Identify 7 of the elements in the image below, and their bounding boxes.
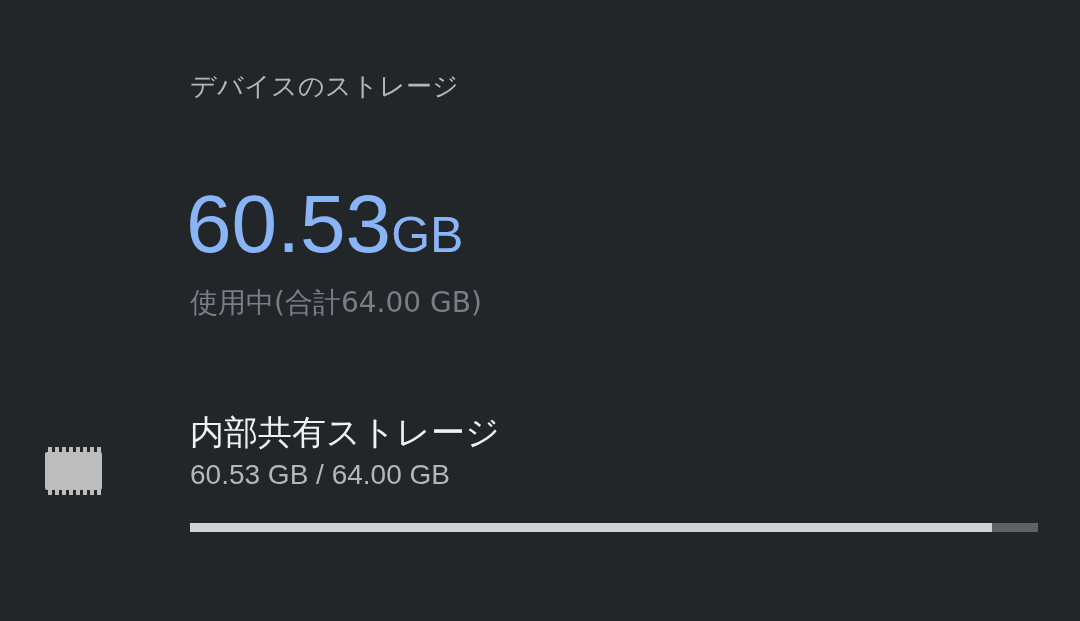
storage-usage: 60.53 GB / 64.00 GB — [190, 458, 451, 492]
storage-title[interactable]: 内部共有ストレージ — [190, 409, 1038, 455]
memory-chip-icon — [45, 446, 102, 495]
section-header: デバイスのストレージ — [190, 70, 460, 103]
used-amount: 60.53 — [186, 177, 392, 271]
usage-caption: 使用中(合計64.00 GB) — [190, 285, 483, 321]
used-unit: GB — [391, 206, 464, 265]
